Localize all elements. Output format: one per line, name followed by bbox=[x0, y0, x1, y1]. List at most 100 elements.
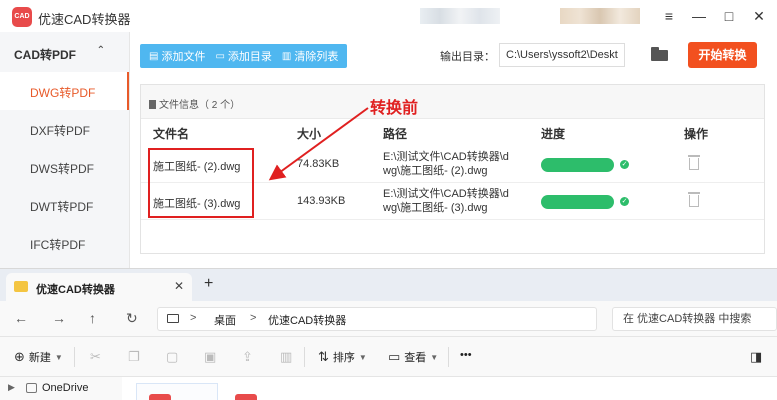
delete-icon[interactable]: ▥ bbox=[280, 349, 292, 365]
check-icon: ✓ bbox=[620, 160, 629, 169]
nav-item-onedrive[interactable]: OneDrive bbox=[42, 382, 88, 394]
blurred-region bbox=[420, 8, 500, 24]
add-directory-button[interactable]: ▭ 添加目录 bbox=[210, 48, 276, 64]
folder-icon bbox=[14, 281, 28, 292]
file-size: 143.93KB bbox=[297, 195, 346, 207]
title-bar: CAD 优速CAD转换器 ≡ — □ ✕ bbox=[0, 0, 777, 32]
close-icon[interactable]: ✕ bbox=[749, 6, 769, 26]
file-path: E:\测试文件\CAD转换器\d wg\施工图纸- (3).dwg bbox=[383, 187, 523, 215]
column-header-progress: 进度 bbox=[541, 127, 566, 141]
expand-chevron-icon[interactable]: ▶ bbox=[8, 382, 15, 393]
file-thumbnail[interactable] bbox=[222, 383, 304, 400]
search-input[interactable]: 在 优速CAD转换器 中搜索 bbox=[612, 307, 777, 331]
file-path-line: E:\测试文件\CAD转换器\d bbox=[383, 188, 509, 200]
sidebar-group-label: CAD转PDF bbox=[14, 48, 76, 62]
column-header-path: 路径 bbox=[383, 127, 408, 141]
maximize-icon[interactable]: □ bbox=[719, 6, 739, 26]
column-header-filename: 文件名 bbox=[153, 127, 190, 141]
file-path-line: wg\施工图纸- (3).dwg bbox=[383, 202, 488, 214]
output-dir-label: 输出目录： bbox=[440, 51, 495, 63]
clear-list-label: 清除列表 bbox=[294, 51, 339, 63]
annotation-highlight-box bbox=[148, 148, 254, 218]
refresh-icon[interactable]: ↻ bbox=[126, 310, 138, 327]
chevron-down-icon: ▼ bbox=[358, 352, 367, 362]
rename-icon[interactable]: ▣ bbox=[204, 349, 216, 365]
view-button[interactable]: ▭ 查看 ▼ bbox=[388, 349, 438, 365]
sidebar-item-ifc-to-pdf[interactable]: IFC转PDF bbox=[0, 224, 129, 262]
close-icon[interactable]: ✕ bbox=[174, 279, 184, 293]
check-icon: ✓ bbox=[620, 197, 629, 206]
navigation-pane: ▶ OneDrive bbox=[0, 377, 122, 400]
chevron-down-icon: ▼ bbox=[430, 352, 439, 362]
divider bbox=[304, 347, 305, 367]
add-directory-label: 添加目录 bbox=[227, 51, 272, 63]
breadcrumb-item-desktop[interactable]: 桌面 bbox=[214, 312, 236, 328]
progress-bar bbox=[541, 158, 614, 172]
add-file-button[interactable]: ▤ 添加文件 bbox=[144, 48, 210, 64]
delete-icon[interactable] bbox=[688, 192, 700, 207]
breadcrumb-separator: > bbox=[250, 312, 257, 324]
monitor-icon bbox=[167, 314, 179, 323]
paste-icon[interactable]: ▢ bbox=[166, 349, 178, 365]
new-label: 新建 bbox=[28, 352, 51, 364]
chevron-up-icon: ⌃ bbox=[96, 45, 105, 56]
sidebar-item-dwt-to-pdf[interactable]: DWT转PDF bbox=[0, 186, 129, 224]
view-label: 查看 bbox=[404, 352, 427, 364]
sidebar-item-dwg-to-pdf[interactable]: DWG转PDF bbox=[0, 72, 129, 110]
menu-icon[interactable]: ≡ bbox=[659, 6, 679, 26]
plus-icon: ⊕ bbox=[14, 349, 25, 364]
onedrive-icon bbox=[26, 383, 37, 393]
progress-bar bbox=[541, 195, 614, 209]
trash-icon: ▥ bbox=[281, 50, 292, 62]
blurred-region bbox=[560, 8, 640, 24]
start-convert-button[interactable]: 开始转换 bbox=[688, 42, 757, 68]
cut-icon[interactable]: ✂ bbox=[90, 349, 101, 365]
column-header-actions: 操作 bbox=[684, 127, 709, 141]
cad-converter-window: CAD 优速CAD转换器 ≡ — □ ✕ CAD转PDF ⌃ DWG转PDF D… bbox=[0, 0, 777, 268]
more-options-button[interactable]: ••• bbox=[460, 349, 472, 361]
file-toolbar: ▤ 添加文件 ▭ 添加目录 ▥ 清除列表 bbox=[140, 44, 348, 68]
divider bbox=[448, 347, 449, 367]
minimize-icon[interactable]: — bbox=[689, 6, 709, 26]
new-button[interactable]: ⊕ 新建 ▼ bbox=[14, 349, 63, 365]
app-logo: CAD bbox=[12, 7, 32, 27]
command-bar: ⊕ 新建 ▼ ✂ ❐ ▢ ▣ ⇪ ▥ ⇅ 排序 ▼ ▭ 查看 ▼ ••• ◨ bbox=[0, 337, 777, 377]
folder-content-area bbox=[122, 377, 777, 400]
column-header-size: 大小 bbox=[297, 127, 322, 141]
forward-arrow-icon[interactable]: → bbox=[52, 310, 66, 326]
delete-icon[interactable] bbox=[688, 155, 700, 170]
copy-icon[interactable]: ❐ bbox=[128, 349, 140, 365]
output-path-field[interactable]: C:\Users\yssoft2\Deskt bbox=[499, 43, 625, 67]
divider bbox=[74, 347, 75, 367]
file-path: E:\测试文件\CAD转换器\d wg\施工图纸- (2).dwg bbox=[383, 150, 523, 178]
add-file-label: 添加文件 bbox=[161, 51, 206, 63]
sort-label: 排序 bbox=[332, 352, 355, 364]
sort-button[interactable]: ⇅ 排序 ▼ bbox=[318, 349, 367, 365]
sidebar-item-dxf-to-pdf[interactable]: DXF转PDF bbox=[0, 110, 129, 148]
sidebar-group-cad-to-pdf[interactable]: CAD转PDF ⌃ bbox=[0, 32, 129, 72]
breadcrumb-separator: > bbox=[190, 312, 197, 324]
breadcrumb[interactable]: > 桌面 > 优速CAD转换器 bbox=[157, 307, 597, 331]
file-info-header: 文件信息（ 2 个） bbox=[141, 85, 764, 119]
file-thumbnail[interactable] bbox=[136, 383, 218, 400]
back-arrow-icon[interactable]: ← bbox=[14, 310, 28, 326]
sidebar: CAD转PDF ⌃ DWG转PDF DXF转PDF DWS转PDF DWT转PD… bbox=[0, 32, 130, 268]
browse-folder-icon[interactable] bbox=[650, 45, 670, 63]
window-controls: ≡ — □ ✕ bbox=[659, 6, 769, 26]
tab-explorer[interactable]: 优速CAD转换器 ✕ bbox=[6, 273, 192, 301]
new-tab-button[interactable]: + bbox=[204, 275, 213, 293]
breadcrumb-item-folder[interactable]: 优速CAD转换器 bbox=[268, 312, 346, 328]
file-explorer-window: 优速CAD转换器 ✕ + ← → ↑ ↻ > 桌面 > 优速CAD转换器 在 优… bbox=[0, 268, 777, 400]
sidebar-item-dws-to-pdf[interactable]: DWS转PDF bbox=[0, 148, 129, 186]
folder-icon: ▭ bbox=[215, 50, 225, 62]
file-path-line: wg\施工图纸- (2).dwg bbox=[383, 165, 488, 177]
annotation-label: 转换前 bbox=[370, 100, 419, 117]
tab-title: 优速CAD转换器 bbox=[36, 284, 115, 296]
address-bar: ← → ↑ ↻ > 桌面 > 优速CAD转换器 在 优速CAD转换器 中搜索 bbox=[0, 301, 777, 337]
share-icon[interactable]: ⇪ bbox=[242, 349, 253, 365]
clear-list-button[interactable]: ▥ 清除列表 bbox=[277, 48, 343, 64]
more-icon: ••• bbox=[460, 349, 472, 361]
details-pane-icon[interactable]: ◨ bbox=[750, 349, 762, 365]
up-arrow-icon[interactable]: ↑ bbox=[89, 310, 96, 326]
file-size: 74.83KB bbox=[297, 158, 340, 170]
